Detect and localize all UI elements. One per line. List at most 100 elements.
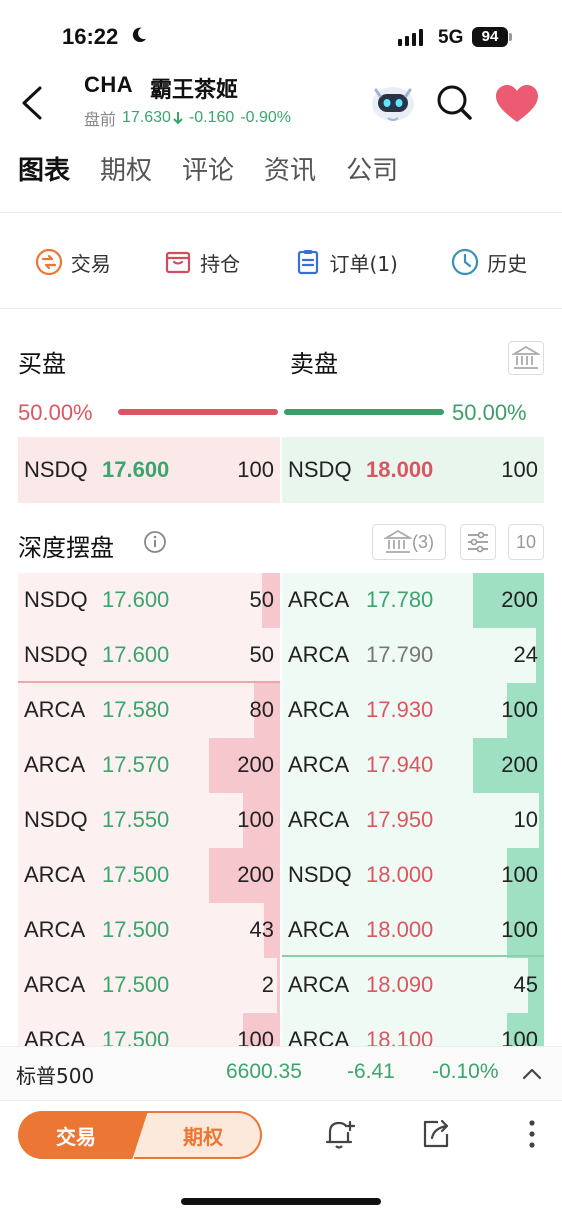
ask-price: 18.090 xyxy=(366,972,434,997)
bid-ratio-bar xyxy=(118,409,278,415)
ask-exchange: ARCA xyxy=(288,642,350,667)
ask-level[interactable]: ARCA 17.790 24 xyxy=(282,628,544,683)
ask-exchange: ARCA xyxy=(288,807,350,832)
search-icon[interactable] xyxy=(434,82,474,122)
depth-levels-button[interactable]: 10 xyxy=(508,524,544,560)
battery-icon: 94 xyxy=(472,27,508,47)
history-action[interactable]: 历史 xyxy=(451,248,527,277)
ask-exchange: ARCA xyxy=(288,972,350,997)
depth-row: ARCA 17.500 2 ARCA 18.090 45 xyxy=(18,958,544,1013)
share-icon[interactable] xyxy=(418,1116,454,1152)
best-bid-price: 17.600 xyxy=(102,457,170,482)
bid-price: 17.550 xyxy=(102,807,170,832)
ask-quantity: 200 xyxy=(501,752,538,777)
ask-level[interactable]: ARCA 18.000 100 xyxy=(282,903,544,958)
position-action[interactable]: 持仓 xyxy=(164,248,240,277)
bid-quantity: 200 xyxy=(237,752,274,777)
tab-options[interactable]: 期权 xyxy=(100,150,152,187)
ask-level[interactable]: ARCA 18.090 45 xyxy=(282,958,544,1013)
more-icon[interactable] xyxy=(514,1116,550,1152)
back-icon[interactable] xyxy=(18,84,48,122)
arrow-down-icon xyxy=(173,112,183,125)
bid-level[interactable]: ARCA 17.500 2 xyxy=(18,958,280,1013)
ask-exchange: ARCA xyxy=(288,587,350,612)
trade-action[interactable]: 交易 xyxy=(35,248,111,277)
exchange-bank-button[interactable] xyxy=(508,341,544,375)
bid-level[interactable]: ARCA 17.570 200 xyxy=(18,738,280,793)
bid-level[interactable]: NSDQ 17.600 50 xyxy=(18,628,280,683)
bid-level[interactable]: ARCA 17.500 100 xyxy=(18,1013,280,1049)
action-row: 交易 持仓 订单(1) 历史 xyxy=(0,236,562,288)
divider xyxy=(0,212,562,213)
order-icon xyxy=(297,250,318,275)
ask-level[interactable]: ARCA 17.940 200 xyxy=(282,738,544,793)
bid-level[interactable]: ARCA 17.500 200 xyxy=(18,848,280,903)
ask-price: 17.790 xyxy=(366,642,434,667)
home-indicator xyxy=(181,1198,381,1205)
index-value: 6600.35 xyxy=(226,1060,302,1083)
index-change-pct: -0.10% xyxy=(432,1060,499,1083)
trade-button[interactable]: 交易 xyxy=(18,1111,148,1159)
index-change: -6.41 xyxy=(347,1060,395,1083)
bid-exchange: ARCA xyxy=(24,862,86,887)
ask-price: 17.950 xyxy=(366,807,434,832)
bid-exchange: NSDQ xyxy=(24,587,88,612)
ai-assistant-icon[interactable] xyxy=(368,80,418,124)
bid-level[interactable]: NSDQ 17.600 50 xyxy=(18,573,280,628)
bid-exchange: NSDQ xyxy=(24,642,88,667)
ask-level[interactable]: NSDQ 18.000 100 xyxy=(282,848,544,903)
bid-price: 17.600 xyxy=(102,587,170,612)
ask-ratio-bar xyxy=(284,409,444,415)
bid-exchange: NSDQ xyxy=(24,807,88,832)
bid-level[interactable]: ARCA 17.580 80 xyxy=(18,683,280,738)
bid-quantity: 43 xyxy=(249,917,274,942)
ask-price: 17.930 xyxy=(366,697,434,722)
ask-level[interactable]: ARCA 18.100 100 xyxy=(282,1013,544,1049)
chevron-up-icon[interactable] xyxy=(520,1064,544,1084)
ask-title: 卖盘 xyxy=(290,350,338,378)
ask-level[interactable]: ARCA 17.950 10 xyxy=(282,793,544,848)
ask-exchange: ARCA xyxy=(288,917,350,942)
network-label: 5G xyxy=(438,27,464,48)
trade-action-label: 交易 xyxy=(70,251,111,276)
depth-settings-button[interactable] xyxy=(460,524,496,560)
ask-level-separator xyxy=(282,955,544,957)
best-ask-row[interactable]: NSDQ 18.000 100 xyxy=(282,437,544,503)
ask-exchange: ARCA xyxy=(288,752,350,777)
best-ask-price: 18.000 xyxy=(366,457,434,482)
depth-table: NSDQ 17.600 50 ARCA 17.780 200 NSDQ 17.600 50 ARC… xyxy=(18,573,544,1049)
ask-level[interactable]: ARCA 17.930 100 xyxy=(282,683,544,738)
tab-chart[interactable]: 图表 xyxy=(18,150,73,191)
position-icon xyxy=(166,251,191,274)
bid-level[interactable]: NSDQ 17.550 100 xyxy=(18,793,280,848)
best-bid-row[interactable]: NSDQ 17.600 100 xyxy=(18,437,280,503)
exchange-filter-button[interactable]: (3) xyxy=(372,524,446,560)
favorite-heart-icon[interactable] xyxy=(494,84,540,124)
order-action[interactable]: 订单(1) xyxy=(294,248,398,277)
bid-price: 17.600 xyxy=(102,642,170,667)
best-bid-qty: 100 xyxy=(237,457,274,482)
bid-price: 17.500 xyxy=(102,972,170,997)
info-icon[interactable] xyxy=(143,530,167,554)
depth-row: NSDQ 17.600 50 ARCA 17.780 200 xyxy=(18,573,544,628)
bid-price: 17.500 xyxy=(102,917,170,942)
bid-level[interactable]: ARCA 17.500 43 xyxy=(18,903,280,958)
ask-level[interactable]: ARCA 17.780 200 xyxy=(282,573,544,628)
bid-quantity: 80 xyxy=(249,697,274,722)
bid-volume-bar xyxy=(277,958,280,1013)
ask-quantity: 100 xyxy=(501,917,538,942)
options-button[interactable]: 期权 xyxy=(134,1111,262,1159)
ask-price: 18.000 xyxy=(366,917,434,942)
depth-row: ARCA 17.570 200 ARCA 17.940 200 xyxy=(18,738,544,793)
trade-options-buttons: 期权 交易 xyxy=(18,1111,262,1159)
tab-news[interactable]: 资讯 xyxy=(264,150,316,187)
ask-exchange: NSDQ xyxy=(288,862,352,887)
best-bid-exchange: NSDQ xyxy=(24,457,88,482)
price-alert-bell-icon[interactable] xyxy=(322,1116,358,1152)
premarket-price: 17.630 xyxy=(122,109,171,126)
bid-price: 17.500 xyxy=(102,862,170,887)
bid-quantity: 50 xyxy=(249,587,274,612)
tab-company[interactable]: 公司 xyxy=(346,150,398,187)
ask-price: 18.000 xyxy=(366,862,434,887)
tab-comments[interactable]: 评论 xyxy=(182,150,234,187)
